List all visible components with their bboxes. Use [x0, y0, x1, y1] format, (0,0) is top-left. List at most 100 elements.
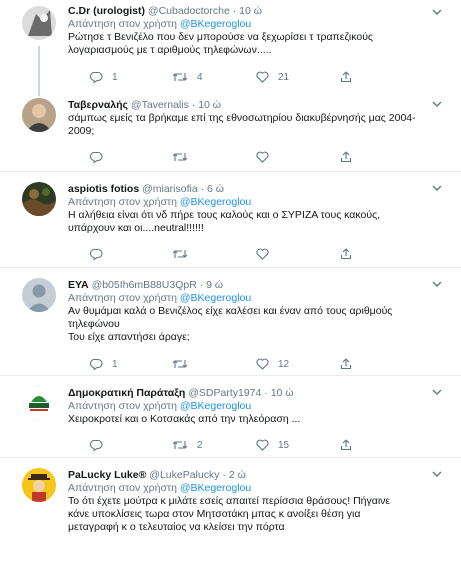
retweet-count: 4	[197, 71, 203, 83]
chevron-down-icon[interactable]	[431, 278, 443, 290]
tweet-header: C.Dr (urologist) @Cubadoctorche · 10 ώ	[68, 4, 439, 18]
mention-link[interactable]: @BKegeroglou	[180, 482, 251, 494]
tweet-tavernalis[interactable]: Ταβερναλής @Tavernalis · 10 ώ σάμπως εμε…	[0, 88, 461, 172]
share-icon	[340, 358, 352, 370]
text-line: Η αλήθεια είναι ότι νδ πήρε τους καλούς …	[68, 209, 381, 221]
tweet-header: PaLucky Luke® @LukePalucky · 2 ώ	[68, 468, 439, 482]
tweet-miarisofia[interactable]: aspiotis fotios @miarisofia · 6 ώ Απάντη…	[0, 172, 461, 268]
timestamp[interactable]: 10 ώ	[239, 5, 262, 17]
avatar[interactable]	[22, 386, 56, 420]
text-line: Του είχε απαντήσει άραγε;	[68, 331, 190, 343]
chevron-down-icon[interactable]	[431, 386, 443, 398]
text-line: Το ότι έχετε μούτρα κ μιλάτε εσείς απαιτ…	[68, 495, 391, 507]
display-name[interactable]: ΕΥΑ	[68, 279, 89, 291]
reply-context: Απάντηση στον χρήστη @BKegeroglou	[68, 18, 439, 31]
tweet-actions: 2 15	[68, 438, 398, 452]
share-button[interactable]	[340, 70, 352, 84]
avatar[interactable]	[22, 98, 56, 132]
tweet-text: Χειροκροτεί και ο Κοτσακάς από την τηλεό…	[68, 413, 439, 426]
heart-icon	[256, 151, 269, 163]
share-button[interactable]	[340, 247, 352, 261]
separator-dot: ·	[199, 279, 204, 291]
tweet-text: Αν θυμάμαι καλά ο Βενιζέλος είχε καλέσει…	[68, 305, 439, 344]
user-handle[interactable]: @miarisofia	[142, 183, 198, 195]
reply-button[interactable]	[90, 247, 112, 261]
chevron-down-icon[interactable]	[431, 468, 443, 480]
like-button[interactable]	[256, 247, 278, 261]
reply-button[interactable]: 1	[90, 357, 118, 371]
tweet-text: σάμπως εμείς τα βρήκαμε επί της εθνοσωτη…	[68, 112, 439, 138]
share-button[interactable]	[340, 150, 352, 164]
timestamp[interactable]: 2 ώ	[229, 469, 246, 481]
tweet-eva[interactable]: ΕΥΑ @b05Ih6mB88U3QpR · 9 ώ Απάντηση στον…	[0, 268, 461, 376]
mention-link[interactable]: @BKegeroglou	[180, 18, 251, 30]
text-line: τηλεφώνου	[68, 318, 120, 330]
like-count: 12	[278, 358, 290, 370]
like-count: 21	[278, 71, 290, 83]
like-button[interactable]: 12	[256, 357, 289, 371]
user-handle[interactable]: @b05Ih6mB88U3QpR	[92, 279, 197, 291]
tweet-sdparty[interactable]: Δημοκρατική Παράταξη @SDParty1974 · 10 ώ…	[0, 376, 461, 458]
tweet-cubadoctorche[interactable]: C.Dr (urologist) @Cubadoctorche · 10 ώ Α…	[0, 0, 461, 88]
reply-icon	[90, 439, 103, 451]
replies-feed: C.Dr (urologist) @Cubadoctorche · 10 ώ Α…	[0, 0, 461, 579]
reply-prefix: Απάντηση στον χρήστη	[68, 400, 177, 412]
display-name[interactable]: aspiotis fotios	[68, 183, 139, 195]
retweet-button[interactable]	[172, 357, 197, 371]
share-icon	[340, 248, 352, 260]
reply-button[interactable]: 1	[90, 70, 118, 84]
share-icon	[340, 151, 352, 163]
share-button[interactable]	[340, 357, 352, 371]
separator-dot: ·	[191, 99, 196, 111]
display-name[interactable]: C.Dr (urologist)	[68, 5, 145, 17]
retweet-button[interactable]	[172, 150, 197, 164]
display-name[interactable]: PaLucky Luke®	[68, 469, 146, 481]
like-button[interactable]	[256, 150, 278, 164]
display-name[interactable]: Δημοκρατική Παράταξη	[68, 387, 185, 399]
like-button[interactable]: 15	[256, 438, 289, 452]
reply-button[interactable]	[90, 438, 112, 452]
tweet-actions: 1 12	[68, 357, 398, 371]
avatar[interactable]	[22, 6, 56, 40]
share-button[interactable]	[340, 438, 352, 452]
timestamp[interactable]: 10 ώ	[271, 387, 294, 399]
user-handle[interactable]: @SDParty1974	[188, 387, 261, 399]
mention-link[interactable]: @BKegeroglou	[180, 292, 251, 304]
retweet-count: 2	[197, 439, 203, 451]
like-count: 15	[278, 439, 290, 451]
user-handle[interactable]: @Tavernalis	[131, 99, 189, 111]
heart-icon	[256, 71, 269, 83]
tweet-lukepalucky[interactable]: PaLucky Luke® @LukePalucky · 2 ώ Απάντησ…	[0, 458, 461, 579]
display-name[interactable]: Ταβερναλής	[68, 99, 128, 111]
timestamp[interactable]: 10 ώ	[198, 99, 221, 111]
retweet-button[interactable]	[172, 247, 197, 261]
retweet-button[interactable]: 2	[172, 438, 203, 452]
chevron-down-icon[interactable]	[431, 182, 443, 194]
reply-icon	[90, 71, 103, 83]
timestamp[interactable]: 6 ώ	[207, 183, 224, 195]
avatar[interactable]	[22, 278, 56, 312]
share-icon	[340, 439, 352, 451]
chevron-down-icon[interactable]	[431, 98, 443, 110]
reply-button[interactable]	[90, 150, 112, 164]
separator-dot: ·	[222, 469, 226, 481]
tweet-actions	[68, 150, 398, 164]
tweet-text: Η αλήθεια είναι ότι νδ πήρε τους καλούς …	[68, 209, 439, 235]
user-handle[interactable]: @Cubadoctorche	[148, 5, 230, 17]
chevron-down-icon[interactable]	[431, 6, 443, 18]
avatar[interactable]	[22, 182, 56, 216]
tweet-text: Το ότι έχετε μούτρα κ μιλάτε εσείς απαιτ…	[68, 495, 439, 534]
tweet-actions: 1 4 21	[68, 70, 398, 84]
reply-prefix: Απάντηση στον χρήστη	[68, 482, 177, 494]
user-handle[interactable]: @LukePalucky	[149, 469, 219, 481]
tweet-header: ΕΥΑ @b05Ih6mB88U3QpR · 9 ώ	[68, 278, 439, 292]
mention-link[interactable]: @BKegeroglou	[180, 196, 251, 208]
like-button[interactable]: 21	[256, 70, 289, 84]
heart-icon	[256, 248, 269, 260]
reply-prefix: Απάντηση στον χρήστη	[68, 196, 177, 208]
mention-link[interactable]: @BKegeroglou	[180, 400, 251, 412]
avatar[interactable]	[22, 468, 56, 502]
tweet-text: Ρώτησε τ Βενιζέλο που δεν μπορούσε να ξε…	[68, 31, 439, 57]
retweet-button[interactable]: 4	[172, 70, 203, 84]
timestamp[interactable]: 9 ώ	[206, 279, 223, 291]
